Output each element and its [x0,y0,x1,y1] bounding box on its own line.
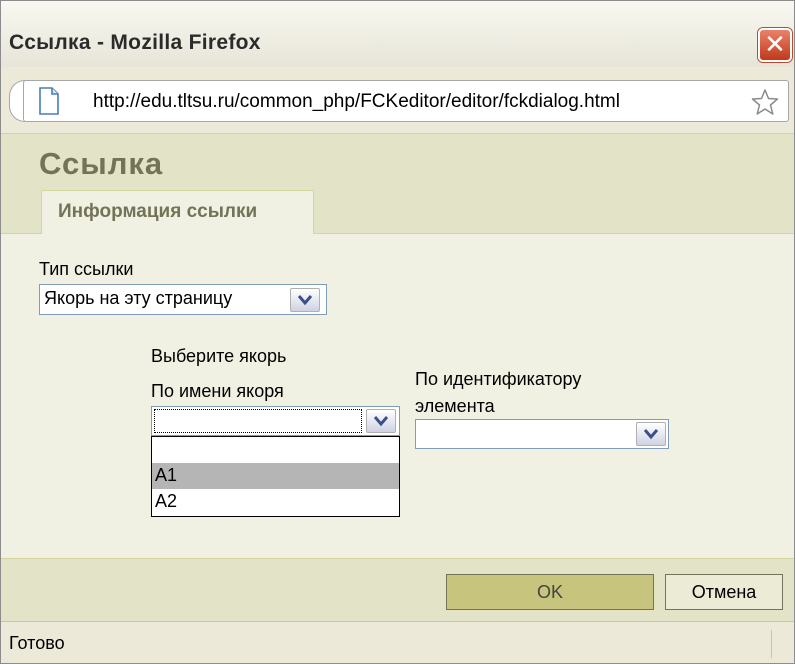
bookmark-star-icon[interactable] [751,88,779,116]
link-type-select[interactable]: Якорь на эту страницу [39,284,327,315]
element-id-label-line1: По идентификатору [415,369,582,389]
element-id-dropdown-button[interactable] [636,422,666,446]
tab-label: Информация ссылки [58,201,258,222]
link-dialog: Ссылка Информация ссылки [1,134,794,621]
anchor-option-a1[interactable]: A1 [152,463,399,489]
anchor-option-empty[interactable] [152,437,399,463]
focus-ring [154,409,362,433]
page-icon [39,87,59,115]
url-bar-area: http://edu.tltsu.ru/common_php/FCKeditor… [1,67,794,134]
url-text[interactable]: http://edu.tltsu.ru/common_php/FCKeditor… [93,91,620,113]
element-id-select[interactable] [415,419,669,449]
chevron-down-icon [298,295,312,306]
anchor-option-a2[interactable]: A2 [152,489,399,515]
link-type-value: Якорь на эту страницу [44,288,233,308]
browser-window: Ссылка - Mozilla Firefox ✕ http://edu.tl… [0,0,795,664]
link-type-label: Тип ссылки [39,259,134,279]
element-id-label-line2: элемента [415,396,495,416]
cancel-button[interactable]: Отмена [665,574,783,610]
dialog-title: Ссылка [39,146,164,181]
ok-button[interactable]: OK [446,574,654,610]
window-title: Ссылка - Mozilla Firefox [9,31,261,54]
resize-grip[interactable] [771,630,772,658]
anchor-name-label: По имени якоря [151,381,284,401]
link-type-dropdown-button[interactable] [290,288,320,312]
dialog-footer: OK Отмена [1,558,794,622]
chevron-down-icon [374,416,388,427]
status-text: Готово [9,633,65,653]
anchor-name-dropdown-button[interactable] [366,409,396,433]
anchor-name-options-list[interactable]: A1 A2 [151,436,400,517]
close-icon: ✕ [764,30,786,60]
title-bar[interactable]: Ссылка - Mozilla Firefox ✕ [1,1,794,68]
tab-link-info[interactable]: Информация ссылки [41,190,314,234]
status-bar: Готово [1,621,794,663]
chevron-down-icon [644,429,658,440]
close-button[interactable]: ✕ [758,28,792,62]
anchor-heading: Выберите якорь [151,346,287,366]
anchor-name-select[interactable] [151,406,400,436]
